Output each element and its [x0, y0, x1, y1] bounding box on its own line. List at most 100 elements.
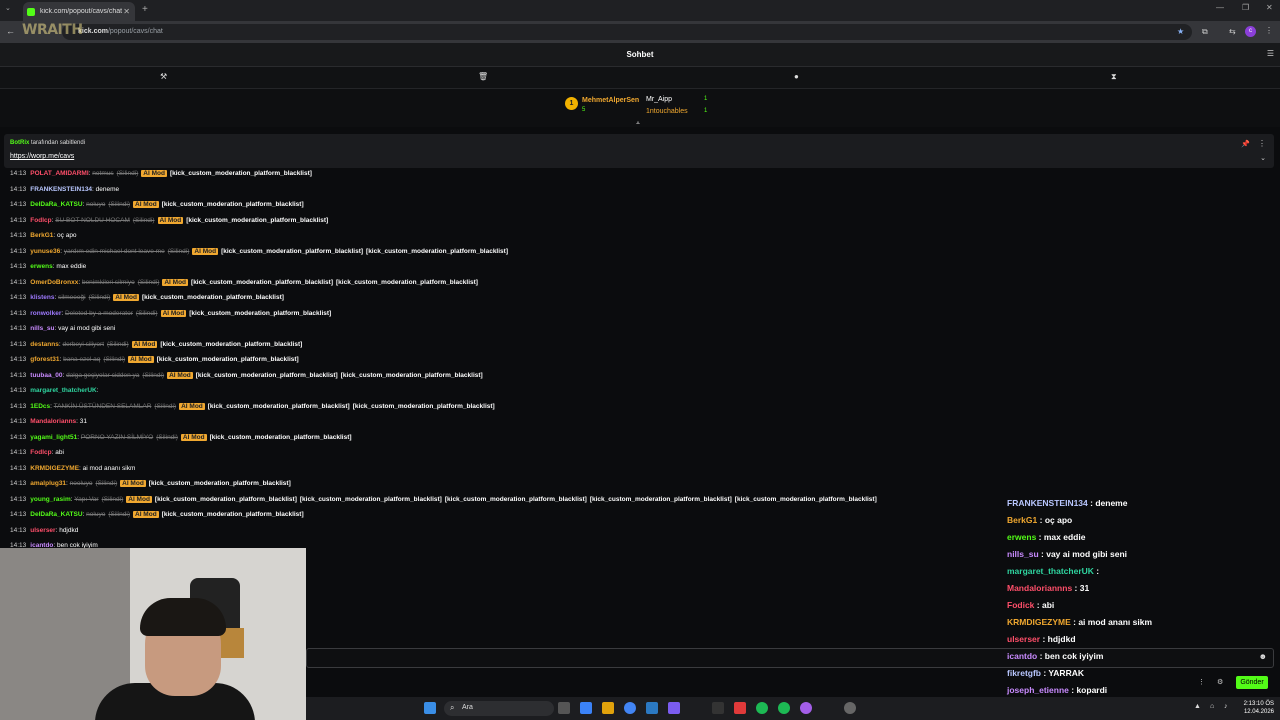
blacklist-tag: [kick_custom_moderation_platform_blackli…	[154, 495, 297, 503]
message-username[interactable]: 1EDcs	[30, 403, 50, 410]
message-username[interactable]: ulserser	[30, 527, 55, 534]
message-username[interactable]: KRMDIGEZYME	[30, 465, 79, 472]
blacklist-tag: [kick_custom_moderation_platform_blackli…	[209, 433, 352, 441]
hourglass-icon[interactable]: ⧗	[1111, 72, 1117, 82]
discord-icon[interactable]	[668, 702, 680, 714]
address-toolbar: ← kick.com/popout/cavs/chat ★ ⧉ ⇆ ⋮	[0, 21, 1280, 43]
bookmark-star-icon[interactable]: ★	[1177, 27, 1184, 36]
chat-message: 14:13 BerkG1: oç apo	[10, 232, 77, 239]
obs-icon[interactable]	[800, 702, 812, 714]
new-tab-button[interactable]: +	[142, 4, 148, 15]
app-icon[interactable]	[646, 702, 658, 714]
chevron-down-icon[interactable]: ⌄	[1260, 154, 1266, 162]
overlay-message: margaret_thatcherUK :	[1007, 566, 1100, 576]
message-username[interactable]: yunuse36	[30, 248, 60, 255]
trash-icon[interactable]: 🗑	[478, 72, 488, 81]
message-username[interactable]: POLAT_AMIDARMI	[30, 170, 88, 177]
profile-avatar[interactable]: c	[1245, 26, 1256, 37]
settings-gear-icon[interactable]: ⚙	[1217, 678, 1223, 686]
message-time: 14:13	[10, 185, 27, 193]
message-text: hdjdkd	[59, 526, 79, 534]
browser-tab[interactable]: kick.com/popout/cavs/chat ✕	[23, 2, 135, 21]
leader-second-name[interactable]: Mr_Aipp	[646, 96, 672, 103]
message-username[interactable]: gforest31	[30, 356, 59, 363]
message-username[interactable]: margaret_thatcherUK	[30, 387, 96, 394]
hammer-icon[interactable]: ⚒	[160, 72, 167, 81]
expand-chevron-icon[interactable]: ⩡	[636, 120, 640, 128]
volume-icon[interactable]: ♪	[1224, 703, 1228, 710]
pin-icon[interactable]: 📌	[1241, 140, 1250, 148]
tray-icon[interactable]: ▲	[1194, 703, 1201, 710]
ai-mod-badge: AI Mod	[133, 201, 159, 208]
search-icon: ⌕	[450, 703, 455, 712]
message-username[interactable]: Fodlcp	[30, 217, 51, 224]
taskbar-search[interactable]: ⌕ Ara	[444, 701, 554, 716]
ai-mod-badge: AI Mod	[126, 495, 152, 503]
cast-icon[interactable]: ⇆	[1229, 27, 1236, 36]
steam-icon[interactable]	[712, 702, 724, 714]
message-username[interactable]: DelDaRa_KATSU	[30, 511, 82, 518]
close-window-icon[interactable]: ✕	[1266, 3, 1273, 12]
menu-dots-icon[interactable]: ⋮	[1265, 26, 1273, 35]
deleted-suffix: (Silindi)	[132, 216, 155, 224]
blacklist-tag: [kick_custom_moderation_platform_blackli…	[160, 340, 303, 348]
message-username[interactable]: OmerDoBronxx	[30, 279, 78, 286]
send-button[interactable]: Gönder	[1236, 676, 1268, 689]
taskbar-clock[interactable]: 2:13:10 ÖS 12.04.2026	[1244, 700, 1274, 716]
message-text: abi	[55, 449, 64, 456]
chat-message: 14:13 amalplug31: nooluyo (Silindi) AI Mod[…	[10, 480, 291, 487]
tab-close-icon[interactable]: ✕	[123, 7, 130, 16]
address-bar[interactable]: kick.com/popout/cavs/chat	[62, 24, 1192, 40]
start-icon[interactable]	[424, 702, 436, 714]
message-username[interactable]: destanns	[30, 341, 59, 348]
deleted-suffix: (Silindi)	[95, 480, 118, 487]
tab-search-icon[interactable]: ⌄	[5, 4, 11, 12]
overlay-username: Fodick	[1007, 600, 1035, 610]
more-options-icon[interactable]: ⋮	[1198, 678, 1205, 686]
pinned-menu-icon[interactable]: ⋮	[1258, 139, 1266, 148]
message-username[interactable]: ronwolker	[30, 310, 61, 317]
deleted-suffix: (Silindi)	[101, 495, 124, 503]
extensions-icon[interactable]: ⧉	[1202, 27, 1208, 37]
deleted-message: yardım edin michael dont leave me	[63, 247, 165, 255]
app-icon-2[interactable]	[734, 702, 746, 714]
minimize-icon[interactable]: —	[1216, 3, 1224, 12]
message-username[interactable]: DelDaRa_KATSU	[30, 201, 82, 208]
message-time: 14:13	[10, 464, 27, 472]
leader-first-name[interactable]: MehmetAlperSen	[582, 97, 639, 104]
task-view-icon[interactable]	[558, 702, 570, 714]
header-menu-icon[interactable]: ☰	[1267, 49, 1274, 58]
chat-message: 14:13 DelDaRa_KATSU: noluyo (Silindi) AI Mo…	[10, 201, 304, 208]
message-username[interactable]: young_rasim	[30, 496, 70, 503]
folder-icon[interactable]	[602, 702, 614, 714]
maximize-icon[interactable]: ❐	[1242, 3, 1249, 12]
deleted-suffix: (Silindi)	[156, 433, 178, 441]
message-time: 14:13	[10, 340, 27, 348]
message-username[interactable]: klistens	[30, 294, 54, 301]
overlay-message: erwens : max eddie	[1007, 532, 1086, 542]
message-username[interactable]: erwens	[30, 263, 52, 270]
overlay-username: margaret_thatcherUK	[1007, 566, 1094, 576]
message-username[interactable]: Fodlcp	[30, 449, 51, 456]
chat-bubble-icon[interactable]: ●	[794, 72, 799, 81]
message-username[interactable]: yagami_light51	[30, 434, 77, 441]
network-icon[interactable]: ⌂	[1210, 703, 1214, 710]
message-username[interactable]: Mandalorianns	[30, 418, 76, 425]
message-username[interactable]: amalplug31	[30, 480, 66, 487]
pinned-link[interactable]: https://worp.me/cavs	[10, 153, 74, 160]
message-time: 14:13	[10, 263, 27, 270]
spotify-icon[interactable]	[756, 702, 768, 714]
spotify-icon-2[interactable]	[778, 702, 790, 714]
message-username[interactable]: BerkG1	[30, 232, 53, 239]
edge-icon[interactable]	[580, 702, 592, 714]
message-username[interactable]: FRANKENSTEIN134	[30, 186, 92, 193]
message-username[interactable]: tuubaa_00	[30, 372, 62, 379]
deleted-message: notmus	[92, 170, 114, 177]
blacklist-tag: [kick_custom_moderation_platform_blackli…	[444, 495, 587, 503]
chat-messages: 14:13 POLAT_AMIDARMI: notmus (Silindi) AI M…	[0, 168, 1000, 548]
app-icon-3[interactable]	[844, 702, 856, 714]
leader-third-name[interactable]: 1ntouchables	[646, 108, 688, 115]
message-username[interactable]: nills_su	[30, 325, 54, 332]
back-arrow-icon[interactable]: ←	[6, 26, 15, 36]
chrome-icon[interactable]	[624, 702, 636, 714]
